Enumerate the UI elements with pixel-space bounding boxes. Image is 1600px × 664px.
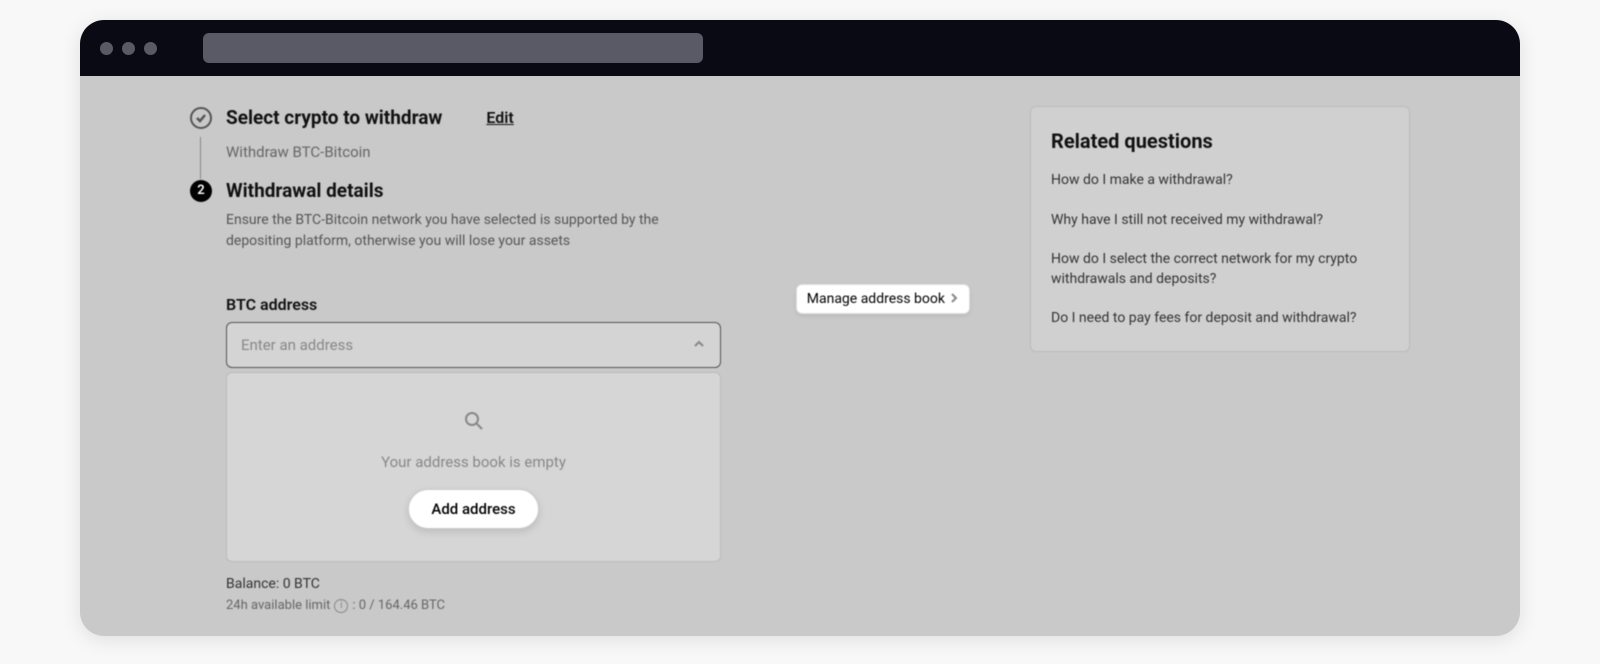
related-question-link[interactable]: How do I make a withdrawal?: [1051, 171, 1389, 191]
step-2-description: Ensure the BTC-Bitcoin network you have …: [226, 210, 716, 252]
edit-link[interactable]: Edit: [486, 108, 513, 127]
address-field-header: BTC address Manage address book: [226, 284, 970, 314]
step-2-title: Withdrawal details: [226, 179, 383, 202]
related-question-link[interactable]: How do I select the correct network for …: [1051, 250, 1389, 289]
address-placeholder: Enter an address: [241, 336, 353, 354]
browser-window: Select crypto to withdraw Edit Withdraw …: [80, 20, 1520, 636]
limit-value: : 0 / 164.46 BTC: [352, 598, 445, 613]
step-1-header: Select crypto to withdraw Edit: [190, 106, 970, 129]
related-question-link[interactable]: Why have I still not received my withdra…: [1051, 211, 1389, 231]
add-address-button[interactable]: Add address: [408, 489, 538, 529]
check-circle-icon: [190, 107, 212, 129]
address-label: BTC address: [226, 295, 317, 314]
window-controls: [100, 42, 157, 55]
step-1-body: Withdraw BTC-Bitcoin: [200, 137, 970, 179]
limit-label: 24h available limit: [226, 598, 330, 613]
balance-text: Balance: 0 BTC: [226, 576, 970, 592]
step-1-subtitle: Withdraw BTC-Bitcoin: [226, 137, 970, 161]
minimize-window-button[interactable]: [122, 42, 135, 55]
info-icon[interactable]: i: [334, 599, 348, 613]
address-dropdown-panel: Your address book is empty Add address: [226, 372, 721, 562]
related-questions-title: Related questions: [1051, 129, 1389, 153]
empty-address-book-text: Your address book is empty: [381, 453, 566, 471]
related-question-link[interactable]: Do I need to pay fees for deposit and wi…: [1051, 309, 1389, 329]
step-2-number-icon: 2: [190, 180, 212, 202]
maximize-window-button[interactable]: [144, 42, 157, 55]
main-column: Select crypto to withdraw Edit Withdraw …: [190, 106, 970, 636]
step-2-header: 2 Withdrawal details: [190, 179, 970, 202]
limit-line: 24h available limit i : 0 / 164.46 BTC: [226, 598, 970, 613]
close-window-button[interactable]: [100, 42, 113, 55]
step-1-title: Select crypto to withdraw: [226, 106, 442, 129]
page-content: Select crypto to withdraw Edit Withdraw …: [80, 76, 1520, 636]
step-2-body: Ensure the BTC-Bitcoin network you have …: [226, 210, 970, 613]
manage-address-book-button[interactable]: Manage address book: [796, 284, 970, 314]
related-questions-box: Related questions How do I make a withdr…: [1030, 106, 1410, 352]
manage-address-book-label: Manage address book: [807, 291, 945, 307]
window-titlebar: [80, 20, 1520, 76]
address-input[interactable]: Enter an address: [226, 322, 721, 368]
url-bar[interactable]: [203, 33, 703, 63]
search-icon: [464, 411, 484, 435]
sidebar-column: Related questions How do I make a withdr…: [1030, 106, 1410, 636]
chevron-right-icon: [949, 291, 959, 307]
chevron-up-icon: [692, 336, 706, 355]
